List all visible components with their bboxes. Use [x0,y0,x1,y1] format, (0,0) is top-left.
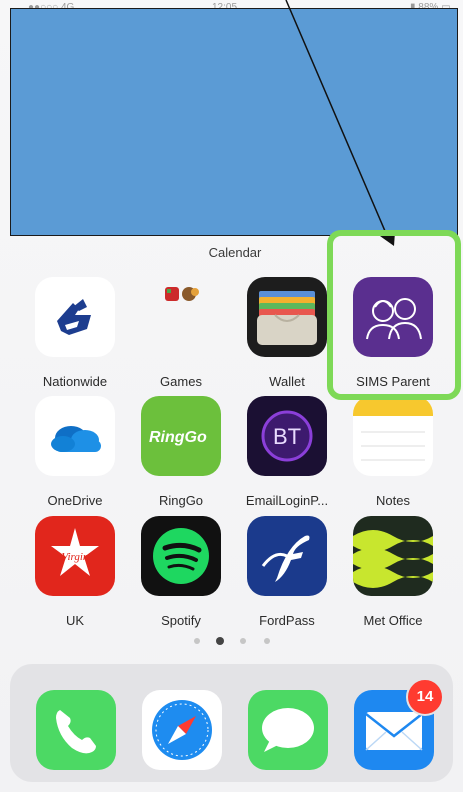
virgin-uk-icon: Virgin [35,516,115,596]
app-bt-email[interactable]: BT EmailLoginP... [232,396,342,508]
messages-icon[interactable] [248,690,328,770]
app-label: UK [65,613,85,628]
safari-icon[interactable] [142,690,222,770]
mail-icon[interactable]: 14 [354,678,444,770]
onedrive-icon [35,396,115,476]
app-folder-games[interactable]: Games [126,277,236,389]
phone-icon[interactable] [36,690,116,770]
met-office-icon [353,516,433,596]
page-dot-active [216,637,224,645]
app-virgin-uk[interactable]: Virgin UK [20,516,130,628]
app-notes[interactable]: Notes [338,396,448,508]
mail-badge: 14 [406,678,444,716]
virgin-logo-text: Virgin [62,551,89,563]
folder-label-calendar[interactable]: Calendar [150,245,320,260]
page-dot [194,638,200,644]
app-label: OneDrive [47,493,103,508]
notes-icon [353,396,433,476]
app-spotify[interactable]: Spotify [126,516,236,628]
nationwide-icon [35,277,115,357]
app-label: FordPass [259,613,315,628]
spotify-icon [141,516,221,596]
page-indicator[interactable] [188,636,278,646]
app-label: Games [160,374,202,389]
ringgo-logo-text: RingGo [149,429,207,446]
app-label: SIMS Parent [356,374,430,389]
app-label: Wallet [269,374,305,389]
app-label: Nationwide [42,374,108,389]
app-sims-parent[interactable]: SIMS Parent [338,277,448,389]
annotation-overlay [10,8,458,236]
bt-email-icon: BT [247,396,327,476]
page-dot [264,638,270,644]
app-label: Notes [376,493,410,508]
app-onedrive[interactable]: OneDrive [20,396,130,508]
bt-logo-text: BT [273,424,301,449]
fordpass-icon [247,516,327,596]
app-wallet[interactable]: Wallet [232,277,342,389]
ringgo-icon: RingGo [141,396,221,476]
page-dot [240,638,246,644]
app-nationwide[interactable]: Nationwide [20,277,130,389]
app-label: Met Office [363,613,423,628]
app-label: EmailLoginP... [245,493,329,508]
games-folder-icon [141,277,221,357]
dock: 14 [10,664,453,782]
sims-parent-icon [353,277,433,357]
app-met-office[interactable]: Met Office [338,516,448,628]
app-ringgo[interactable]: RingGo RingGo [126,396,236,508]
app-label: Spotify [161,613,201,628]
app-fordpass[interactable]: FordPass [232,516,342,628]
wallet-icon [247,277,327,357]
home-screen: ●●○○○ 4G 12:05 ▮ 88% ▭ Calendar Nationwi… [0,0,463,792]
app-label: RingGo [158,493,204,508]
